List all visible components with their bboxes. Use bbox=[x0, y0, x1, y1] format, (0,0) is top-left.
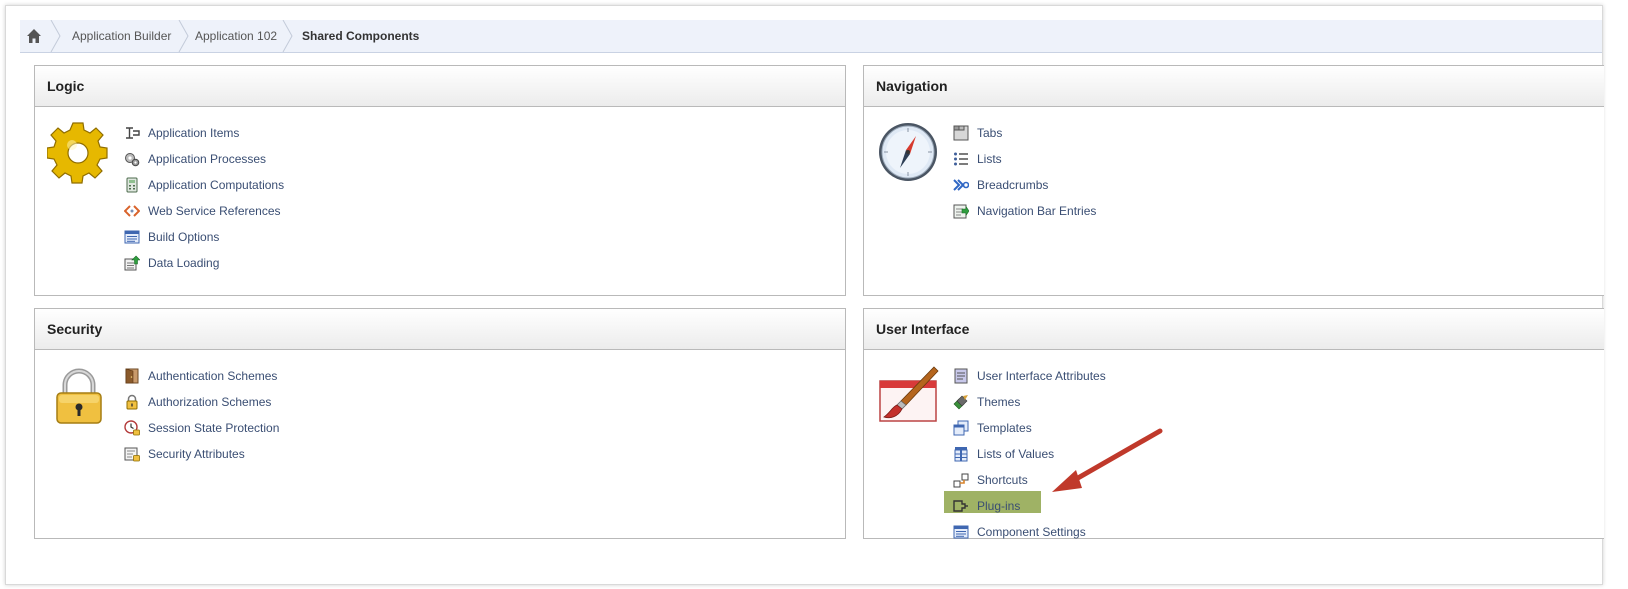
lock-icon bbox=[126, 394, 138, 410]
link-label[interactable]: Lists of Values bbox=[977, 446, 1054, 462]
navigation-panel-header: Navigation bbox=[864, 66, 1604, 107]
user-interface-panel-header: User Interface bbox=[864, 309, 1604, 350]
gears-icon bbox=[125, 153, 140, 167]
padlock-icon bbox=[56, 368, 102, 424]
breadcrumb-separator-icon bbox=[178, 20, 189, 52]
link-label[interactable]: Component Settings bbox=[977, 524, 1086, 540]
breadcrumb: Application Builder Application 102 Shar… bbox=[20, 20, 1602, 53]
user-interface-panel-title: User Interface bbox=[876, 321, 970, 337]
list-icon bbox=[954, 152, 968, 166]
session-clock-icon bbox=[124, 420, 140, 436]
link-label[interactable]: Session State Protection bbox=[148, 420, 279, 436]
component-settings-icon bbox=[953, 525, 969, 539]
link-label[interactable]: Shortcuts bbox=[977, 472, 1028, 488]
logic-panel-header: Logic bbox=[35, 66, 845, 107]
logic-panel: Logic Application Items Application Proc… bbox=[34, 65, 846, 296]
application-items-icon bbox=[126, 127, 140, 139]
navigation-panel: Navigation Tabs Lists Breadcrumbs Naviga… bbox=[863, 65, 1604, 296]
user-interface-panel: User Interface User Interface Attributes… bbox=[863, 308, 1604, 539]
link-label[interactable]: Templates bbox=[977, 420, 1032, 436]
door-icon bbox=[125, 368, 139, 384]
breadcrumb-application-builder[interactable]: Application Builder bbox=[72, 20, 171, 52]
link-label[interactable]: Lists bbox=[977, 151, 1002, 167]
plugin-icon bbox=[953, 500, 968, 512]
link-label[interactable]: User Interface Attributes bbox=[977, 368, 1106, 384]
link-label[interactable]: Navigation Bar Entries bbox=[977, 203, 1096, 219]
security-panel-header: Security bbox=[35, 309, 845, 350]
tabs-icon bbox=[953, 125, 969, 141]
data-loading-icon bbox=[124, 255, 140, 271]
lov-icon bbox=[954, 447, 968, 462]
shortcuts-icon bbox=[953, 473, 969, 488]
security-attributes-icon bbox=[124, 447, 140, 462]
link-label[interactable]: Authorization Schemes bbox=[148, 394, 271, 410]
link-label[interactable]: Authentication Schemes bbox=[148, 368, 277, 384]
themes-icon bbox=[953, 395, 968, 410]
build-options-icon bbox=[124, 230, 140, 244]
link-label[interactable]: Application Items bbox=[148, 125, 239, 141]
link-label[interactable]: Data Loading bbox=[148, 255, 219, 271]
paintbrush-icon bbox=[879, 366, 939, 422]
red-arrow-icon bbox=[1052, 428, 1163, 492]
home-icon[interactable] bbox=[26, 28, 42, 44]
link-label[interactable]: Security Attributes bbox=[148, 446, 245, 462]
breadcrumbs-icon bbox=[953, 179, 969, 191]
navigation-bar-icon bbox=[953, 204, 969, 219]
link-label[interactable]: Breadcrumbs bbox=[977, 177, 1048, 193]
breadcrumb-application-102[interactable]: Application 102 bbox=[195, 20, 277, 52]
gear-icon bbox=[47, 122, 108, 184]
breadcrumb-separator-icon bbox=[282, 20, 293, 52]
link-label[interactable]: Tabs bbox=[977, 125, 1002, 141]
security-panel: Security Authentication Schemes Authoriz… bbox=[34, 308, 846, 539]
breadcrumb-separator-icon bbox=[50, 20, 61, 52]
security-panel-title: Security bbox=[47, 321, 103, 337]
link-label[interactable]: Build Options bbox=[148, 229, 219, 245]
logic-panel-title: Logic bbox=[47, 78, 85, 94]
link-label[interactable]: Application Computations bbox=[148, 177, 284, 193]
ui-attributes-icon bbox=[954, 368, 968, 384]
templates-icon bbox=[953, 420, 969, 436]
link-label[interactable]: Application Processes bbox=[148, 151, 266, 167]
web-service-icon bbox=[124, 205, 140, 217]
compass-icon bbox=[879, 123, 937, 181]
calculator-icon bbox=[126, 177, 138, 193]
link-label[interactable]: Web Service References bbox=[148, 203, 281, 219]
navigation-panel-title: Navigation bbox=[876, 78, 948, 94]
link-label[interactable]: Themes bbox=[977, 394, 1020, 410]
link-label[interactable]: Plug-ins bbox=[977, 498, 1020, 514]
breadcrumb-shared-components: Shared Components bbox=[302, 29, 420, 43]
